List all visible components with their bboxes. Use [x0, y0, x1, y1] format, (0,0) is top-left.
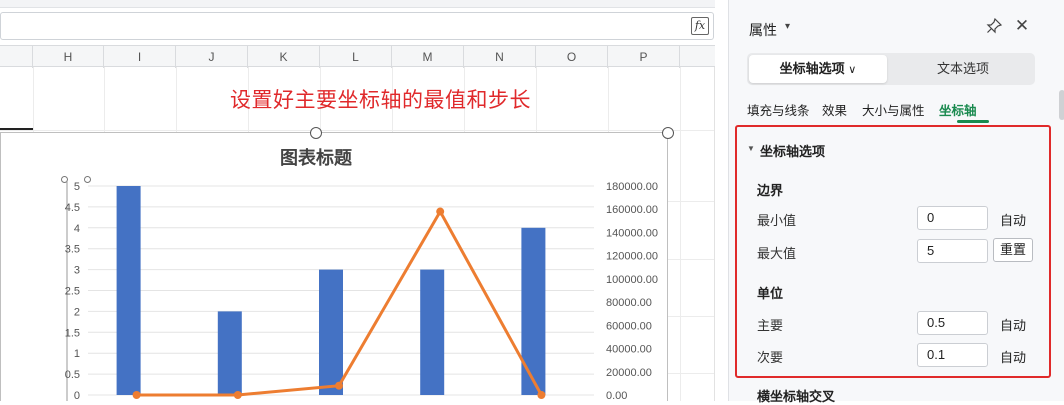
y-tick-label: 5: [74, 181, 80, 193]
next-section-title[interactable]: 横坐标轴交叉: [757, 386, 835, 405]
y2-tick-label: 160000.00: [606, 204, 658, 216]
y-tick-label: 4: [74, 223, 80, 235]
tab-effects[interactable]: 效果: [822, 100, 847, 119]
chevron-down-icon[interactable]: ▾: [785, 21, 790, 32]
y2-tick-label: 120000.00: [606, 251, 658, 263]
tab-axis-options[interactable]: 坐标轴选项 ∨: [749, 55, 887, 83]
collapse-triangle-icon[interactable]: ▼: [747, 144, 755, 153]
y-tick-label: 3: [74, 265, 80, 277]
min-auto-button[interactable]: 自动: [1000, 210, 1026, 229]
major-label: 主要: [757, 318, 784, 333]
tab-axis[interactable]: 坐标轴: [939, 100, 977, 119]
y2-tick-label: 20000.00: [606, 367, 652, 379]
line-point: [436, 207, 445, 216]
y-tick-label: 2.5: [65, 286, 80, 298]
section-title[interactable]: 坐标轴选项: [760, 141, 825, 160]
pin-icon[interactable]: [985, 17, 1003, 36]
line-point: [233, 391, 242, 399]
chart-plot: 0 0.5 1 1.5 2 2.5 3 3.5 4 4.5 5 0.00 20000.00 40000.0…: [65, 180, 658, 401]
active-tab-indicator: [957, 120, 989, 123]
close-icon[interactable]: ✕: [1013, 16, 1031, 35]
y-tick-label: 3.5: [65, 244, 80, 256]
tab-size-properties[interactable]: 大小与属性: [862, 100, 925, 119]
min-value-input[interactable]: 0: [917, 206, 988, 230]
sheet-scrollbar[interactable]: ▲: [714, 67, 715, 401]
y-tick-label: 1: [74, 348, 80, 360]
line-point: [132, 391, 141, 399]
panel-scrollbar[interactable]: [1059, 90, 1064, 120]
bar: [319, 269, 343, 395]
major-auto-button[interactable]: 自动: [1000, 315, 1026, 334]
y2-tick-label: 100000.00: [606, 274, 658, 286]
max-label: 最大值: [757, 246, 797, 261]
options-segmented-control: 坐标轴选项 ∨ 文本选项: [747, 53, 1035, 85]
bar: [217, 311, 242, 395]
y-tick-label: 0.5: [65, 369, 80, 381]
max-reset-button[interactable]: 重置: [993, 238, 1033, 262]
bar: [116, 186, 141, 395]
minor-unit-input[interactable]: 0.1: [917, 343, 988, 367]
line-point: [335, 381, 343, 390]
chevron-down-icon: ∨: [848, 64, 857, 76]
y2-tick-label: 140000.00: [606, 227, 658, 239]
tab-text-options[interactable]: 文本选项: [893, 55, 1033, 83]
y2-tick-label: 40000.00: [606, 344, 652, 356]
unit-label: 单位: [757, 286, 784, 301]
bar: [521, 227, 546, 395]
spreadsheet-area: fx H I J K L M N O P 设置好主要坐标轴的最值和步长 图表标题…: [0, 0, 715, 401]
y-tick-label: 0: [74, 390, 80, 401]
y-tick-label: 4.5: [65, 202, 80, 214]
panel-title[interactable]: 属性: [749, 20, 777, 40]
tab-fill-line[interactable]: 填充与线条: [747, 100, 810, 119]
major-unit-input[interactable]: 0.5: [917, 311, 988, 335]
y2-tick-label: 80000.00: [606, 297, 652, 309]
line-point: [537, 391, 546, 399]
tab-axis-options-label: 坐标轴选项: [779, 61, 845, 76]
min-label: 最小值: [757, 213, 797, 228]
y-tick-label: 1.5: [65, 327, 80, 339]
y2-tick-label: 0.00: [606, 390, 627, 401]
bar: [420, 269, 445, 395]
minor-auto-button[interactable]: 自动: [1000, 347, 1026, 366]
y-tick-label: 2: [74, 306, 80, 318]
bounds-label: 边界: [757, 183, 784, 198]
minor-label: 次要: [757, 350, 784, 365]
y2-tick-label: 60000.00: [606, 320, 652, 332]
max-value-input[interactable]: 5: [917, 239, 988, 263]
y2-tick-label: 180000.00: [606, 181, 658, 193]
